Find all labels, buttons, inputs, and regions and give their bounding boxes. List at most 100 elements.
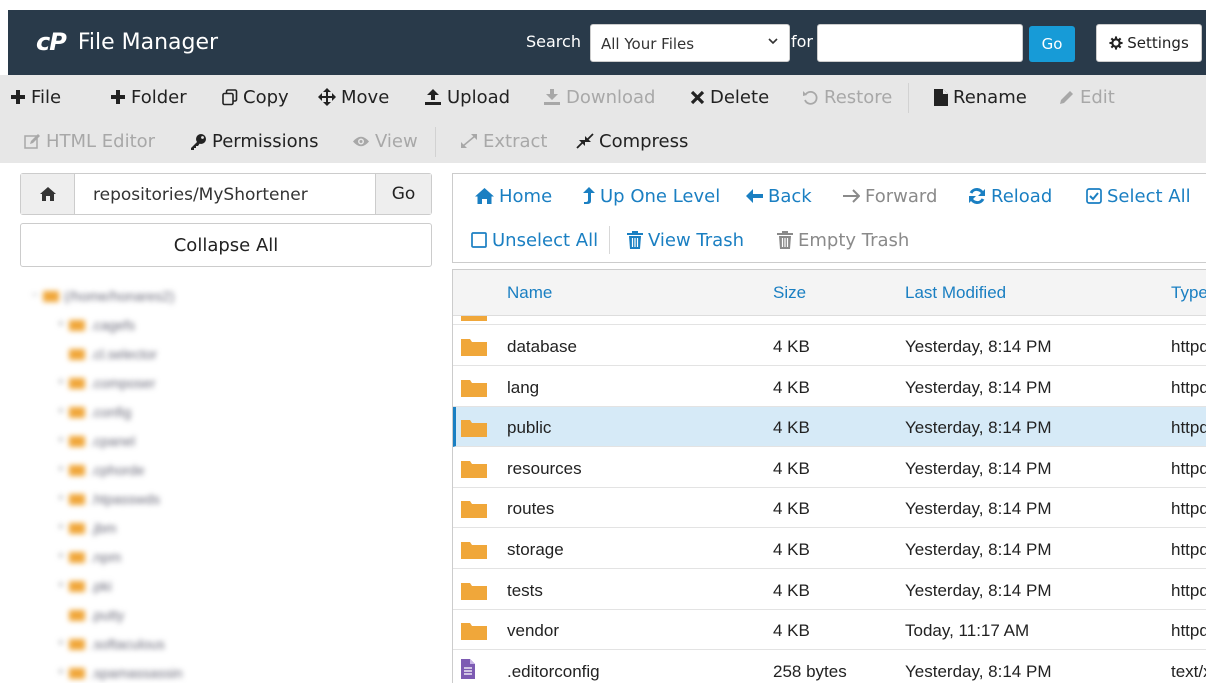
toolbar-move-button[interactable]: Move bbox=[318, 75, 389, 119]
nav-unselect-all-button[interactable]: Unselect All bbox=[471, 218, 598, 262]
home-icon bbox=[39, 186, 57, 202]
expand-icon bbox=[460, 133, 478, 149]
toolbar-button-label: Permissions bbox=[212, 130, 319, 152]
tree-item[interactable]: + .cphorde bbox=[58, 459, 144, 481]
upload-icon bbox=[424, 88, 442, 106]
search-scope-select[interactable]: All Your Files bbox=[590, 24, 790, 62]
column-header-last-modified[interactable]: Last Modified bbox=[905, 283, 1006, 303]
cell-name: public bbox=[507, 418, 552, 438]
tree-item[interactable]: + .pki bbox=[58, 575, 112, 597]
expand-icon[interactable]: + bbox=[58, 320, 66, 330]
table-row[interactable]: routes 4 KB Yesterday, 8:14 PM httpd/unix-d… bbox=[453, 488, 1206, 529]
toolbar-delete-button[interactable]: Delete bbox=[690, 75, 769, 119]
tree-item[interactable]: + .composer bbox=[58, 372, 155, 394]
tree-item[interactable]: + .softaculous bbox=[58, 633, 165, 655]
cell-type: httpd/unix-directory bbox=[1171, 377, 1206, 397]
toolbar-view-button[interactable]: View bbox=[352, 119, 418, 163]
expand-icon[interactable]: + bbox=[58, 494, 66, 504]
collapse-icon[interactable] bbox=[58, 611, 66, 619]
path-go-button[interactable]: Go bbox=[375, 174, 431, 214]
collapse-icon[interactable] bbox=[58, 350, 66, 358]
expand-icon[interactable]: + bbox=[58, 407, 66, 417]
table-row[interactable]: lang 4 KB Yesterday, 8:14 PM httpd/unix-dir… bbox=[453, 367, 1206, 407]
folder-icon bbox=[69, 551, 85, 563]
toolbar-permissions-button[interactable]: Permissions bbox=[190, 119, 318, 163]
tree-item[interactable]: + .cpanel bbox=[58, 430, 135, 452]
collapse-icon[interactable]: − bbox=[32, 291, 40, 301]
table-row[interactable]: .editorconfig 258 bytes Yesterday, 8:14 PM… bbox=[453, 651, 1206, 683]
nav-reload-button[interactable]: Reload bbox=[968, 174, 1052, 218]
toolbar-folder-button[interactable]: Folder bbox=[110, 75, 187, 119]
toolbar-extract-button[interactable]: Extract bbox=[460, 119, 547, 163]
folder-icon bbox=[69, 435, 85, 447]
expand-icon[interactable]: + bbox=[58, 378, 66, 388]
reload-icon bbox=[968, 187, 986, 205]
toolbar-button-label: HTML Editor bbox=[46, 130, 156, 152]
expand-icon[interactable]: + bbox=[58, 523, 66, 533]
expand-icon[interactable]: + bbox=[58, 552, 66, 562]
toolbar-copy-button[interactable]: Copy bbox=[222, 75, 289, 119]
expand-icon[interactable]: + bbox=[58, 465, 66, 475]
nav-empty-trash-button[interactable]: Empty Trash bbox=[777, 218, 909, 262]
collapse-all-button[interactable]: Collapse All bbox=[20, 223, 432, 267]
table-row[interactable]: resources 4 KB Yesterday, 8:14 PM httpd/uni… bbox=[453, 448, 1206, 488]
search-input[interactable] bbox=[817, 24, 1023, 62]
toolbar-rename-button[interactable]: Rename bbox=[934, 75, 1027, 119]
trash-icon bbox=[777, 231, 793, 249]
toolbar-divider bbox=[435, 127, 436, 157]
for-label: for bbox=[791, 32, 813, 51]
tree-item-label: .config bbox=[90, 404, 132, 420]
column-header-type[interactable]: Type bbox=[1171, 283, 1206, 303]
nav-forward-button[interactable]: Forward bbox=[843, 174, 937, 218]
search-go-button[interactable]: Go bbox=[1029, 26, 1075, 62]
search-scope-value: All Your Files bbox=[601, 35, 695, 53]
nav-view-trash-button[interactable]: View Trash bbox=[627, 218, 744, 262]
table-row[interactable]: storage 4 KB Yesterday, 8:14 PM httpd/unix-… bbox=[453, 529, 1206, 569]
settings-button[interactable]: Settings bbox=[1096, 24, 1202, 62]
table-row[interactable]: vendor 4 KB Today, 11:17 AM httpd/unix-dire… bbox=[453, 610, 1206, 651]
expand-icon[interactable]: + bbox=[58, 639, 66, 649]
toolbar-edit-button[interactable]: Edit bbox=[1058, 75, 1115, 119]
table-row-partial[interactable] bbox=[453, 316, 1206, 325]
expand-icon[interactable]: + bbox=[58, 668, 66, 678]
nav-button-label: Empty Trash bbox=[798, 229, 910, 251]
nav-back-button[interactable]: Back bbox=[746, 174, 812, 218]
toolbar-download-button[interactable]: Download bbox=[543, 75, 655, 119]
column-header-name[interactable]: Name bbox=[507, 283, 552, 303]
tree-item-label: .composer bbox=[90, 375, 156, 391]
path-bar: repositories/MyShortener Go bbox=[20, 173, 432, 215]
cpanel-logo[interactable]: cP bbox=[36, 28, 67, 56]
tree-item[interactable]: .cl.selector bbox=[58, 343, 157, 365]
tree-item[interactable]: + .cagefs bbox=[58, 314, 135, 336]
nav-up-one-level-button[interactable]: Up One Level bbox=[583, 174, 720, 218]
cell-type: httpd/unix-directory bbox=[1171, 337, 1206, 356]
tree-item[interactable]: + .jbm bbox=[58, 517, 116, 539]
toolbar-file-button[interactable]: File bbox=[10, 75, 61, 119]
app-header: cP File Manager Search All Your Files fo… bbox=[8, 10, 1206, 75]
nav-select-all-button[interactable]: Select All bbox=[1086, 174, 1191, 218]
tree-item[interactable]: .putty bbox=[58, 604, 124, 626]
tree-item[interactable]: + .npm bbox=[58, 546, 121, 568]
plus-icon bbox=[110, 89, 126, 105]
toolbar-compress-button[interactable]: Compress bbox=[576, 119, 688, 163]
file-nav-bar: Home Up One Level Back Forward Reload Select … bbox=[452, 173, 1206, 263]
column-header-size[interactable]: Size bbox=[773, 283, 806, 303]
toolbar-upload-button[interactable]: Upload bbox=[424, 75, 510, 119]
tree-item[interactable]: + .htpasswds bbox=[58, 488, 160, 510]
toolbar-restore-button[interactable]: Restore bbox=[802, 75, 892, 119]
path-input[interactable]: repositories/MyShortener bbox=[93, 185, 308, 205]
expand-icon[interactable]: + bbox=[58, 436, 66, 446]
tree-item-label: .cagefs bbox=[90, 317, 136, 333]
nav-home-button[interactable]: Home bbox=[475, 174, 552, 218]
table-row[interactable]: database 4 KB Yesterday, 8:14 PM httpd/unix… bbox=[453, 326, 1206, 366]
tree-item[interactable]: + .config bbox=[58, 401, 131, 423]
expand-icon[interactable]: + bbox=[58, 581, 66, 591]
table-row[interactable]: public 4 KB Yesterday, 8:14 PM httpd/unix-d… bbox=[453, 407, 1206, 448]
tree-item[interactable]: − (/home/honares2) bbox=[32, 285, 175, 307]
table-row[interactable]: tests 4 KB Yesterday, 8:14 PM httpd/unix-di… bbox=[453, 570, 1206, 610]
cell-name: vendor bbox=[507, 621, 559, 641]
path-home-button[interactable] bbox=[21, 174, 75, 214]
cell-name: .editorconfig bbox=[507, 661, 600, 681]
toolbar-html-editor-button[interactable]: HTML Editor bbox=[24, 119, 155, 163]
tree-item[interactable]: + .spamassassin bbox=[58, 662, 183, 683]
